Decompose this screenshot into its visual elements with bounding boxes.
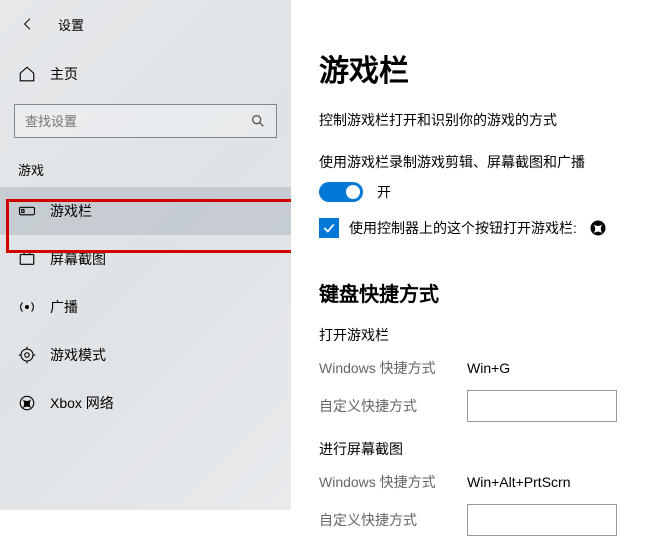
win-shortcut-label: Windows 快捷方式 — [319, 358, 467, 378]
xbox-button-icon — [589, 219, 607, 237]
open-gamebar-custom-input[interactable] — [467, 390, 617, 422]
page-title: 游戏栏 — [319, 46, 617, 90]
sidebar: 设置 主页 游戏 游戏栏 — [0, 0, 291, 510]
sidebar-item-label: 广播 — [50, 297, 78, 317]
sidebar-item-label: 屏幕截图 — [50, 249, 106, 269]
toggle-caption: 使用游戏栏录制游戏剪辑、屏幕截图和广播 — [319, 152, 617, 172]
sidebar-item-screenshot[interactable]: 屏幕截图 — [0, 235, 291, 283]
open-gamebar-shortcut: Win+G — [467, 360, 510, 376]
shortcuts-heading: 键盘快捷方式 — [319, 278, 617, 307]
sidebar-item-gamebar[interactable]: 游戏栏 — [0, 187, 291, 235]
page-description: 控制游戏栏打开和识别你的游戏的方式 — [319, 110, 617, 130]
home-icon — [18, 65, 36, 83]
checkbox-label: 使用控制器上的这个按钮打开游戏栏: — [349, 218, 577, 238]
custom-shortcut-label-2: 自定义快捷方式 — [319, 510, 467, 530]
xbox-icon — [18, 394, 36, 412]
sidebar-item-label: 游戏模式 — [50, 345, 106, 365]
sidebar-item-label: Xbox 网络 — [50, 393, 114, 413]
gamemode-icon — [18, 346, 36, 364]
screenshot-section: 进行屏幕截图 — [319, 439, 617, 459]
sidebar-item-xbox[interactable]: Xbox 网络 — [0, 379, 291, 427]
search-input-container[interactable] — [14, 104, 277, 138]
back-button[interactable] — [16, 12, 40, 36]
main-content: 游戏栏 控制游戏栏打开和识别你的游戏的方式 使用游戏栏录制游戏剪辑、屏幕截图和广… — [291, 0, 647, 510]
controller-checkbox[interactable] — [319, 218, 339, 238]
broadcast-icon — [18, 298, 36, 316]
window-title: 设置 — [58, 15, 84, 34]
gamebar-icon — [18, 202, 36, 220]
win-shortcut-label-2: Windows 快捷方式 — [319, 472, 467, 492]
sidebar-item-home[interactable]: 主页 — [0, 50, 291, 98]
screenshot-custom-input[interactable] — [467, 504, 617, 536]
custom-shortcut-label: 自定义快捷方式 — [319, 396, 467, 416]
screenshot-shortcut: Win+Alt+PrtScrn — [467, 474, 570, 490]
toggle-knob — [346, 185, 360, 199]
gamebar-toggle[interactable] — [319, 182, 363, 202]
search-icon — [250, 113, 266, 129]
sidebar-item-gamemode[interactable]: 游戏模式 — [0, 331, 291, 379]
screenshot-icon — [18, 250, 36, 268]
sidebar-item-label: 主页 — [50, 64, 78, 84]
open-gamebar-section: 打开游戏栏 — [319, 325, 617, 345]
toggle-state: 开 — [377, 182, 391, 202]
search-input[interactable] — [25, 114, 250, 129]
sidebar-item-label: 游戏栏 — [50, 201, 92, 221]
section-title: 游戏 — [0, 138, 291, 187]
sidebar-item-broadcast[interactable]: 广播 — [0, 283, 291, 331]
